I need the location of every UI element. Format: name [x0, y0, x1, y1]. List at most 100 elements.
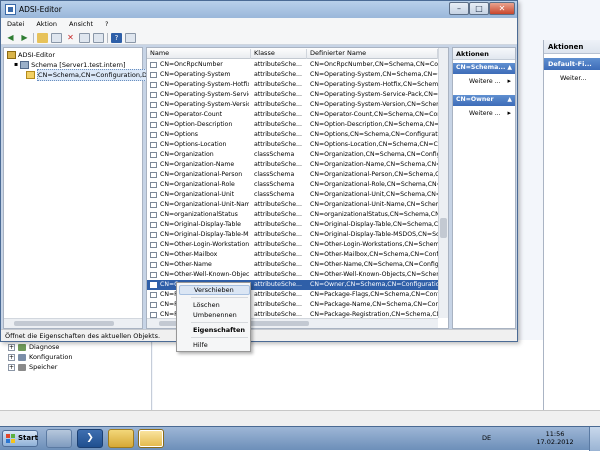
minimize-button[interactable]: –	[449, 2, 469, 15]
show-desktop-button[interactable]	[589, 427, 600, 451]
list-item[interactable]: CN=Organization classSchema CN=Organizatio…	[147, 150, 438, 160]
list-item[interactable]: CN=Organizational-Unit-Name attributeSche…	[147, 200, 438, 210]
context-item-eigenschaften[interactable]: Eigenschaften	[179, 325, 250, 335]
explorer-taskbar-icon[interactable]	[108, 429, 134, 448]
menu-aktion[interactable]: Aktion	[30, 18, 63, 31]
list-item[interactable]: CN=Organization-Name attributeSche... CN=O…	[147, 160, 438, 170]
list-item[interactable]: CN=Other-Mailbox attributeSche... CN=Other…	[147, 250, 438, 260]
list-item[interactable]: CN=Other-Login-Workstations attributeSche…	[147, 240, 438, 250]
cell-definierter-name: CN=Organizational-Role,CN=Schema,CN=Con	[310, 181, 438, 188]
adsi-editor-taskbar-icon[interactable]	[138, 429, 164, 448]
expand-icon[interactable]: +	[8, 363, 15, 371]
cell-name: CN=Organizational-Person	[160, 171, 243, 178]
language-indicator[interactable]: DE	[482, 434, 491, 442]
schema-object-icon	[150, 142, 157, 148]
actions-more-schema[interactable]: Weitere ... ▸	[453, 74, 515, 89]
list-item[interactable]: CN=Options attributeSche... CN=Options,CN=…	[147, 130, 438, 140]
help-icon[interactable]: ?	[111, 32, 122, 43]
tree-item-diagnose[interactable]: + Diagnose	[0, 342, 151, 352]
server-manager-taskbar-icon[interactable]	[46, 429, 72, 448]
context-item-hilfe[interactable]: Hilfe	[179, 340, 250, 350]
cell-klasse: attributeSche...	[254, 281, 302, 288]
background-actions-more[interactable]: Weiter...	[544, 70, 600, 86]
actions-section-schema[interactable]: CN=Schema... ▲	[453, 63, 515, 74]
schema-object-icon	[150, 122, 157, 128]
list-item[interactable]: CN=Option-Description attributeSche... CN=…	[147, 120, 438, 130]
list-item[interactable]: CN=Options-Location attributeSche... CN=Op…	[147, 140, 438, 150]
cell-name: CN=organizationalStatus	[160, 211, 238, 218]
context-item-umbenennen[interactable]: Umbenennen	[179, 310, 250, 320]
actions-section-owner[interactable]: CN=Owner ▲	[453, 95, 515, 106]
cell-definierter-name: CN=Other-Mailbox,CN=Schema,CN=Configurat…	[310, 251, 438, 258]
background-actions-section[interactable]: Default-Fi...	[544, 58, 600, 70]
column-klasse[interactable]: Klasse	[251, 49, 307, 59]
action-pane-icon[interactable]	[125, 32, 136, 43]
clock[interactable]: 11:56 17.02.2012	[530, 430, 580, 446]
forward-arrow-icon[interactable]: ▶	[19, 33, 30, 43]
menu-datei[interactable]: Datei	[1, 18, 30, 31]
context-item-loeschen[interactable]: Löschen	[179, 300, 250, 310]
cell-klasse: attributeSche...	[254, 241, 302, 248]
show-tree-icon[interactable]	[51, 32, 62, 43]
properties-icon[interactable]	[79, 32, 90, 43]
list-item[interactable]: CN=Operating-System-Hotfix attributeSche.…	[147, 80, 438, 90]
up-folder-icon[interactable]	[37, 32, 48, 43]
cell-definierter-name: CN=Original-Display-Table,CN=Schema,CN=	[310, 221, 438, 228]
collapse-arrow-icon[interactable]: ▲	[507, 64, 512, 71]
list-item[interactable]: CN=Original-Display-Table attributeSche..…	[147, 220, 438, 230]
column-name[interactable]: Name	[147, 49, 251, 59]
tree-item-konfiguration[interactable]: + Konfiguration	[0, 352, 151, 362]
cell-klasse: attributeSche...	[254, 81, 302, 88]
column-definierter-name[interactable]: Definierter Name	[307, 49, 438, 59]
actions-more-owner[interactable]: Weitere ... ▸	[453, 106, 515, 121]
tree-schema-container[interactable]: CN=Schema,CN=Configuration,DC	[26, 69, 155, 81]
list-item[interactable]: CN=Organizational-Person classSchema CN=Or…	[147, 170, 438, 180]
cell-name: CN=Options	[160, 131, 199, 138]
start-button[interactable]: Start	[2, 430, 38, 447]
collapse-icon[interactable]: ▪	[14, 60, 18, 70]
list-item[interactable]: CN=Organizational-Unit classSchema CN=Orga…	[147, 190, 438, 200]
cell-klasse: attributeSche...	[254, 291, 302, 298]
collapse-arrow-icon[interactable]: ▲	[507, 96, 512, 103]
list-item[interactable]: CN=Operator-Count attributeSche... CN=Oper…	[147, 110, 438, 120]
menu-ansicht[interactable]: Ansicht	[63, 18, 99, 31]
cell-klasse: attributeSche...	[254, 301, 302, 308]
cell-definierter-name: CN=organizationalStatus,CN=Schema,CN=Co	[310, 211, 438, 218]
list-item[interactable]: CN=Other-Name attributeSche... CN=Other-Na…	[147, 260, 438, 270]
schema-object-icon	[150, 232, 157, 238]
toolbar-separator	[33, 32, 34, 43]
list-item[interactable]: CN=Operating-System-Version attributeSche…	[147, 100, 438, 110]
maximize-button[interactable]: □	[469, 2, 489, 15]
export-list-icon[interactable]	[93, 32, 104, 43]
schema-icon	[20, 61, 30, 69]
menu-help[interactable]: ?	[99, 18, 114, 31]
status-bar: Öffnet die Eigenschaften des aktuellen O…	[1, 329, 517, 341]
list-item[interactable]: CN=Original-Display-Table-MS... attribute…	[147, 230, 438, 240]
close-button[interactable]: ✕	[489, 2, 515, 15]
list-item[interactable]: CN=Operating-System attributeSche... CN=Op…	[147, 70, 438, 80]
context-item-verschieben[interactable]: Verschieben	[179, 285, 250, 295]
toolbar: ◀ ▶ ✕ ?	[1, 31, 517, 45]
tree-root[interactable]: ADSI-Editor	[7, 50, 55, 60]
tree-item-speicher[interactable]: + Speicher	[0, 362, 151, 372]
schema-object-icon	[150, 302, 157, 308]
tree-item-label: Konfiguration	[29, 353, 73, 361]
back-arrow-icon[interactable]: ◀	[5, 33, 16, 43]
expand-icon[interactable]: +	[8, 343, 15, 351]
list-item[interactable]: CN=Operating-System-Servic... attributeSc…	[147, 90, 438, 100]
list-item[interactable]: CN=organizationalStatus attributeSche... C…	[147, 210, 438, 220]
cell-name: CN=Other-Name	[160, 261, 212, 268]
tree-horizontal-scrollbar[interactable]	[4, 318, 142, 328]
cell-definierter-name: CN=Other-Login-Workstations,CN=Schema,C	[310, 241, 438, 248]
title-bar[interactable]: ADSI-Editor – □ ✕	[1, 1, 517, 18]
background-actions-pane: Aktionen Default-Fi... Weiter...	[543, 40, 600, 410]
list-vertical-scrollbar[interactable]	[438, 48, 448, 318]
list-item[interactable]: CN=OncRpcNumber attributeSche... CN=OncRpc…	[147, 60, 438, 70]
toolbar-separator	[107, 32, 108, 43]
list-item[interactable]: CN=Other-Well-Known-Objects attributeSche…	[147, 270, 438, 280]
list-item[interactable]: CN=Organizational-Role classSchema CN=Orga…	[147, 180, 438, 190]
expand-icon[interactable]: +	[8, 353, 15, 361]
powershell-taskbar-icon[interactable]: ❯	[77, 429, 103, 448]
delete-icon[interactable]: ✕	[65, 33, 76, 43]
context-menu: Verschieben Löschen Umbenennen Eigenscha…	[176, 282, 251, 352]
